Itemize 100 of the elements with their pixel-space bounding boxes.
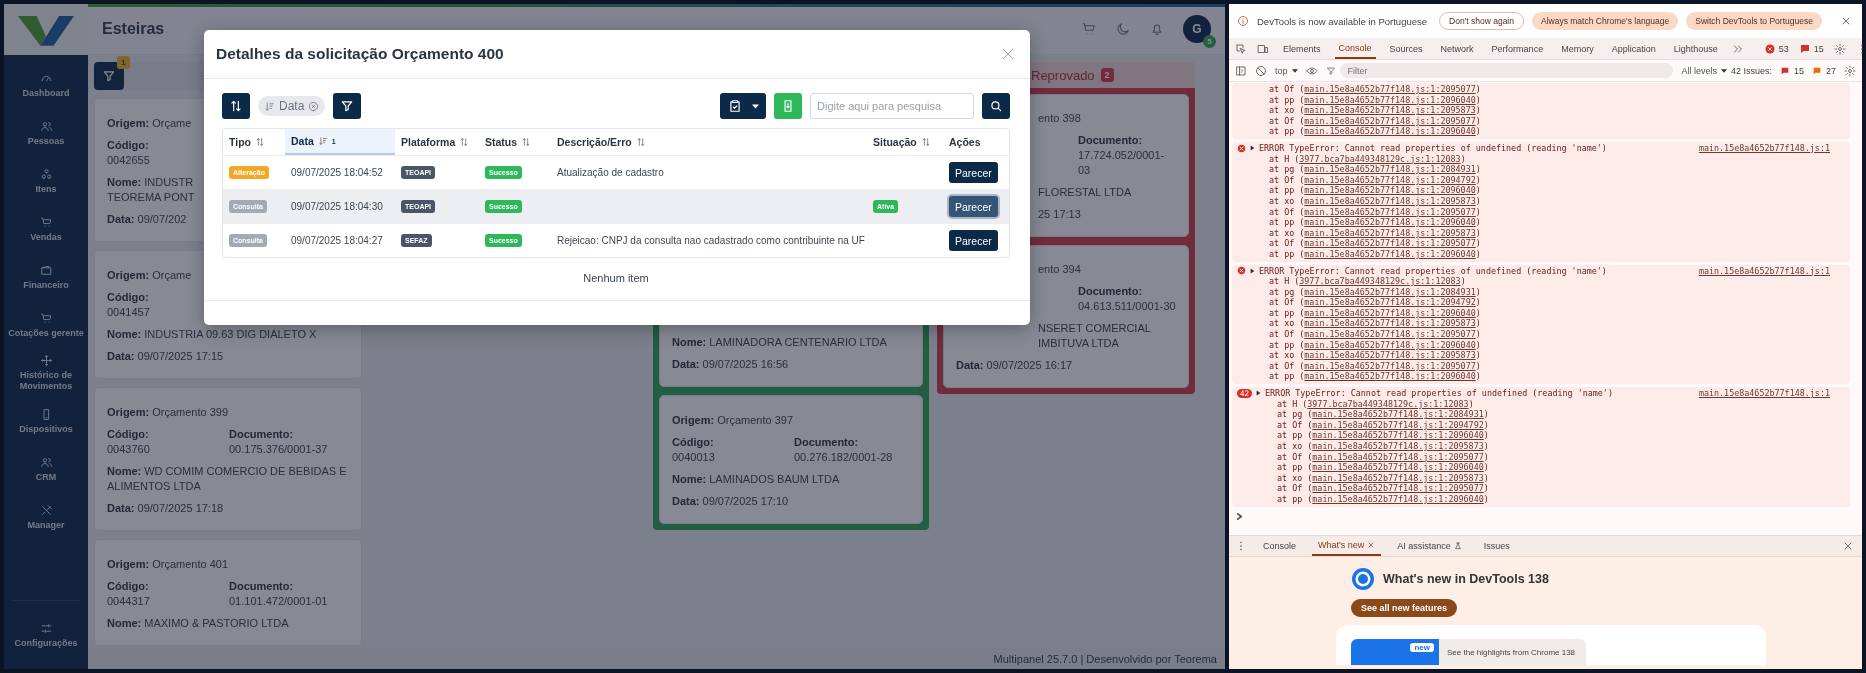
source-link[interactable]: main.15e8a4652b77f148.js:1:2095873 (1304, 350, 1476, 361)
device-icon[interactable] (1257, 42, 1269, 55)
source-link[interactable]: 3977.bca7ba449348129c.js:1:12083 (1299, 153, 1461, 164)
column-header[interactable]: Tipo (223, 129, 285, 155)
source-link[interactable]: main.15e8a4652b77f148.js:1:2095077 (1304, 238, 1476, 249)
nav-item[interactable]: Dispositivos (4, 397, 88, 445)
drawer-tab[interactable]: AI assistance (1391, 536, 1468, 556)
devtools-tab[interactable]: Memory (1557, 38, 1598, 59)
nav-item[interactable]: Vendas (4, 205, 88, 253)
close-icon[interactable] (1367, 541, 1376, 549)
close-icon[interactable] (1000, 46, 1016, 62)
search-button[interactable] (982, 93, 1010, 119)
nav-item[interactable]: Histórico de Movimentos (4, 349, 88, 397)
infobar-button[interactable]: Always match Chrome's language (1532, 12, 1679, 30)
source-link[interactable]: main.15e8a4652b77f148.js:1:2095077 (1304, 84, 1476, 94)
source-link[interactable]: main.15e8a4652b77f148.js:1:2095873 (1312, 441, 1484, 451)
column-header[interactable]: Ações (943, 129, 1009, 155)
nav-item[interactable]: Dashboard (4, 61, 88, 109)
drawer-tab[interactable]: Console (1257, 536, 1303, 556)
column-header[interactable]: Plataforma (395, 129, 479, 155)
source-link[interactable]: main.15e8a4652b77f148.js:1:2095077 (1304, 360, 1476, 371)
close-icon[interactable] (1840, 15, 1852, 27)
nav-item[interactable]: Pessoas (4, 109, 88, 157)
source-link[interactable]: main.15e8a4652b77f148.js:1:2095077 (1312, 451, 1484, 462)
prompt-icon[interactable] (1236, 512, 1243, 520)
sort-button[interactable] (222, 93, 250, 119)
settings-icon[interactable] (1833, 42, 1846, 55)
source-link[interactable]: main.15e8a4652b77f148.js:1:2084931 (1312, 409, 1484, 420)
source-link[interactable]: main.15e8a4652b77f148.js:1:2095873 (1304, 318, 1476, 329)
devtools-tab[interactable]: Network (1436, 38, 1478, 59)
devtools-tab[interactable]: Lighthouse (1669, 38, 1722, 59)
source-link[interactable]: main.15e8a4652b77f148.js:1:2095077 (1312, 483, 1484, 494)
close-icon[interactable] (1842, 540, 1854, 552)
levels-dropdown[interactable]: All levels (1681, 65, 1727, 76)
devtools-tab[interactable]: Application (1607, 38, 1660, 59)
moon-icon[interactable] (1115, 21, 1131, 37)
context-dropdown[interactable]: top (1275, 65, 1298, 76)
filter-field[interactable]: Filter (1339, 63, 1674, 78)
source-link[interactable]: main.15e8a4652b77f148.js:1:2096040 (1304, 307, 1476, 318)
sidebar-toggle-icon[interactable] (1235, 64, 1247, 77)
column-header[interactable]: Status (479, 129, 551, 155)
source-link[interactable]: main.15e8a4652b77f148.js:1:2096040 (1304, 185, 1476, 196)
source-link[interactable]: main.15e8a4652b77f148.js:1:2095873 (1304, 105, 1476, 116)
expand-arrow-icon[interactable] (1256, 390, 1262, 397)
card[interactable]: Origem: Orçamento 397 Código: 0040013 Documento: 00.276.182/0001-28 Nome: LAMINADOS BAUM LTDA Data: 09/07/2025 17:10 (659, 395, 923, 524)
sort-chip[interactable]: Data (258, 96, 326, 116)
source-link[interactable]: main.15e8a4652b77f148.js:1:2096040 (1312, 430, 1484, 441)
nav-item[interactable]: Itens (4, 157, 88, 205)
drawer-tab[interactable]: Issues (1477, 536, 1516, 556)
remove-icon[interactable] (308, 100, 320, 112)
eye-icon[interactable] (1305, 64, 1318, 77)
devtools-tab[interactable]: Elements (1279, 38, 1325, 59)
source-link[interactable]: main.15e8a4652b77f148.js:1:2094792 (1312, 419, 1484, 430)
opinion-button[interactable]: Parecer (949, 162, 998, 183)
inspect-icon[interactable] (1235, 42, 1247, 55)
nav-item[interactable]: Financeiro (4, 253, 88, 301)
nav-item[interactable]: Configurações (4, 611, 88, 659)
source-link[interactable]: main.15e8a4652b77f148.js:1:2096040 (1312, 493, 1484, 504)
source-link[interactable]: main.15e8a4652b77f148.js:1:2095077 (1304, 115, 1476, 126)
source-link[interactable]: main.15e8a4652b77f148.js:1:2096040 (1312, 462, 1484, 473)
nav-item[interactable]: CRM (4, 445, 88, 493)
dropdown-button[interactable] (720, 93, 766, 119)
source-link[interactable]: main.15e8a4652b77f148.js:1:2096040 (1304, 94, 1476, 105)
source-link[interactable]: main.15e8a4652b77f148.js:1:2094792 (1304, 174, 1476, 185)
see-features-button[interactable]: See all new features (1351, 599, 1458, 617)
error-count[interactable]: 53 (1778, 43, 1789, 54)
column-header[interactable]: Situação (867, 129, 943, 155)
source-link[interactable]: main.15e8a4652b77f148.js:1:2084931 (1304, 164, 1476, 175)
opinion-button[interactable]: Parecer (949, 230, 998, 251)
nav-item[interactable]: Manager (4, 493, 88, 541)
nav-item[interactable]: Cotações gerente (4, 301, 88, 349)
clear-icon[interactable] (1255, 64, 1267, 77)
source-link[interactable]: main.15e8a4652b77f148.js:1:2096040 (1304, 339, 1476, 350)
source-link[interactable]: main.15e8a4652b77f148.js:1:2095077 (1304, 206, 1476, 217)
source-link[interactable]: main.15e8a4652b77f148.js:1:2095873 (1304, 195, 1476, 206)
source-link[interactable]: main.15e8a4652b77f148.js:1 (1698, 265, 1830, 277)
expand-arrow-icon[interactable] (1250, 267, 1255, 274)
drawer-tab[interactable]: What's new (1312, 536, 1382, 556)
source-link[interactable]: 3977.bca7ba449348129c.js:1:12083 (1299, 276, 1461, 287)
source-link[interactable]: main.15e8a4652b77f148.js:1 (1698, 142, 1830, 154)
source-link[interactable]: main.15e8a4652b77f148.js:1:2096040 (1304, 248, 1476, 259)
search-field[interactable]: Digite aqui para pesquisa (810, 93, 974, 119)
source-link[interactable]: main.15e8a4652b77f148.js:1:2084931 (1304, 286, 1476, 297)
issues-label[interactable]: 42 Issues: (1730, 65, 1772, 76)
opinion-button[interactable]: Parecer (949, 196, 998, 217)
devtools-tab[interactable]: Console (1334, 38, 1376, 59)
source-link[interactable]: 3977.bca7ba449348129c.js:1:12083 (1307, 398, 1469, 409)
filter-button[interactable] (333, 93, 362, 119)
bell-icon[interactable] (1149, 21, 1165, 37)
issue-count[interactable]: 15 (1813, 43, 1824, 54)
source-link[interactable]: main.15e8a4652b77f148.js:1:2095873 (1304, 227, 1476, 238)
devtools-tab[interactable]: Performance (1487, 38, 1548, 59)
source-link[interactable]: main.15e8a4652b77f148.js:1:2095873 (1312, 472, 1484, 483)
expand-arrow-icon[interactable] (1250, 145, 1255, 152)
source-link[interactable]: main.15e8a4652b77f148.js:1:2096040 (1304, 371, 1476, 382)
devtools-tab[interactable]: Sources (1385, 38, 1427, 59)
infobar-button[interactable]: Switch DevTools to Portuguese (1686, 12, 1822, 30)
card[interactable]: Origem: Orçamento 399 Código: 0043760 Documento: 00.175.376/0001-37 Nome: WD COMIM COMERCIO DE BEBIDAS E ALIMENTOS LTDA Data: 09/07/2025 17:18 (94, 387, 362, 531)
source-link[interactable]: main.15e8a4652b77f148.js:1:2096040 (1304, 217, 1476, 228)
column-header[interactable]: Descrição/Erro (551, 129, 867, 155)
